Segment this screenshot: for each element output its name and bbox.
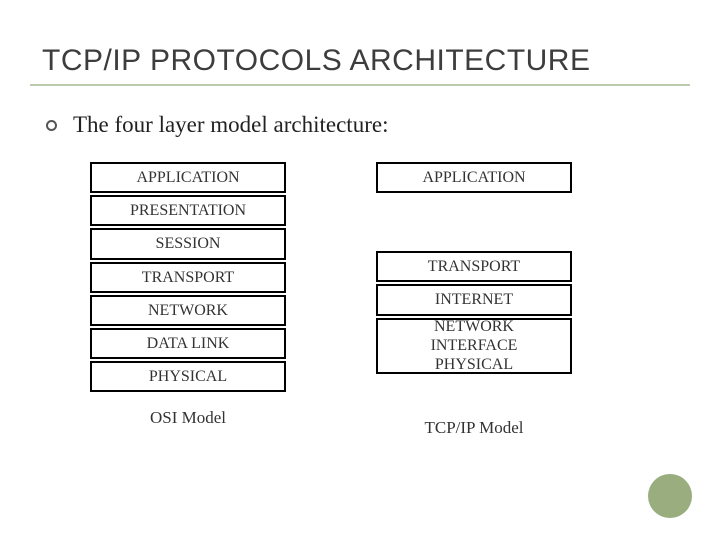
osi-layer-network: NETWORK bbox=[90, 295, 286, 326]
osi-layer-presentation: PRESENTATION bbox=[90, 195, 286, 226]
tcpip-layer-internet: INTERNET bbox=[376, 284, 572, 315]
osi-layer-transport: TRANSPORT bbox=[90, 262, 286, 293]
bullet-icon bbox=[46, 120, 57, 131]
osi-layer-datalink: DATA LINK bbox=[90, 328, 286, 359]
tcpip-caption: TCP/IP Model bbox=[424, 418, 523, 438]
slide: TCP/IP PROTOCOLS ARCHITECTURE The four l… bbox=[0, 0, 720, 540]
osi-column: APPLICATION PRESENTATION SESSION TRANSPO… bbox=[90, 162, 286, 438]
slide-title: TCP/IP PROTOCOLS ARCHITECTURE bbox=[0, 0, 720, 84]
decorative-circle-icon bbox=[648, 474, 692, 518]
osi-layer-physical: PHYSICAL bbox=[90, 361, 286, 392]
tcpip-layer-application: APPLICATION bbox=[376, 162, 572, 193]
model-columns: APPLICATION PRESENTATION SESSION TRANSPO… bbox=[0, 162, 720, 438]
bullet-text: The four layer model architecture: bbox=[73, 112, 388, 138]
osi-caption: OSI Model bbox=[150, 408, 226, 428]
osi-layer-application: APPLICATION bbox=[90, 162, 286, 193]
osi-layer-session: SESSION bbox=[90, 228, 286, 259]
tcpip-column: APPLICATION TRANSPORT INTERNET NETWORKIN… bbox=[376, 162, 572, 438]
tcpip-layer-network-interface: NETWORKINTERFACE PHYSICAL bbox=[376, 318, 572, 374]
bullet-item: The four layer model architecture: bbox=[46, 112, 720, 138]
tcpip-layer-transport: TRANSPORT bbox=[376, 251, 572, 282]
title-underline bbox=[30, 84, 690, 86]
